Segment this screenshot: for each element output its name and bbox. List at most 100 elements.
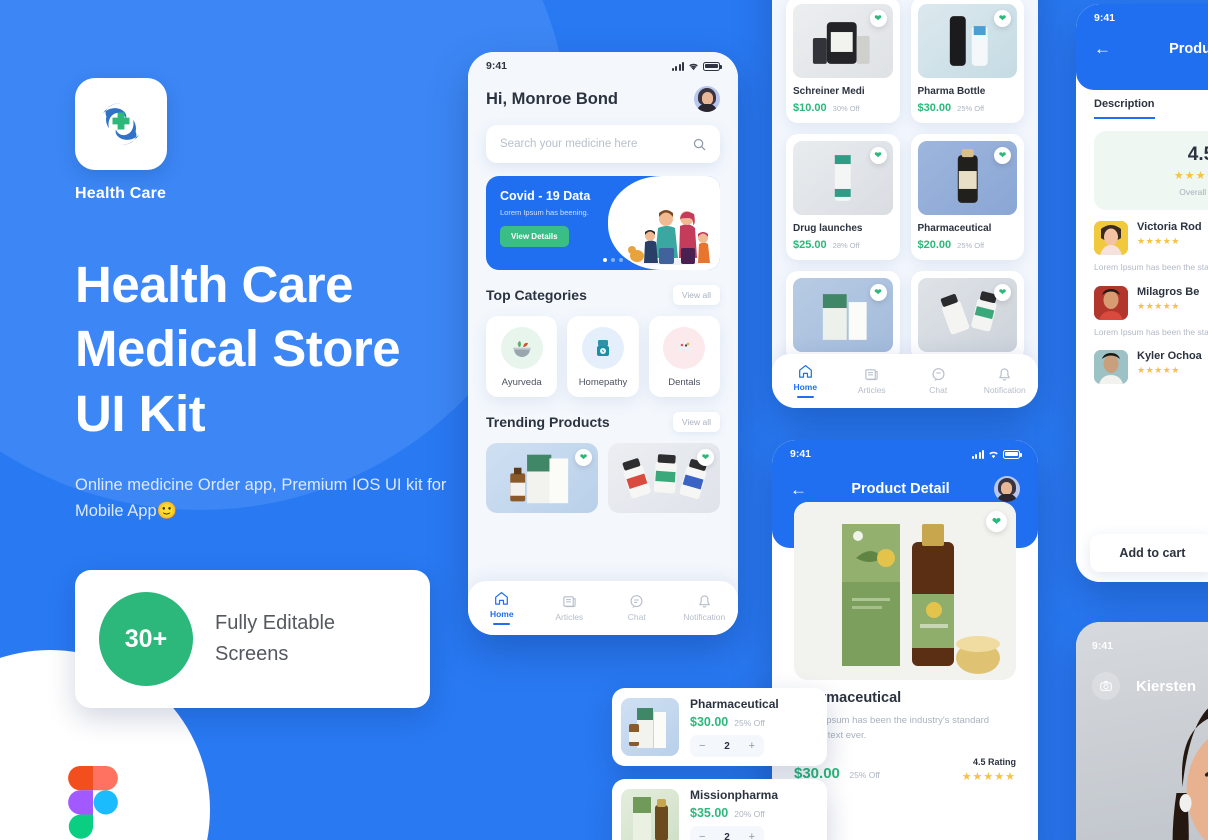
- tab-bar: Description: [1076, 98, 1208, 119]
- product-card[interactable]: ❤ Pharmaceutical $20.00 25% Off: [910, 134, 1024, 260]
- flip-camera-icon[interactable]: [1092, 672, 1120, 700]
- nav-item-chat[interactable]: Chat: [603, 594, 671, 622]
- nav-item-chat[interactable]: Chat: [905, 367, 972, 395]
- rating-stars: ★★★★★: [1173, 170, 1208, 182]
- ayurveda-icon: [500, 327, 543, 369]
- back-button[interactable]: ←: [790, 481, 807, 498]
- product-card[interactable]: ❤ Pharma Bottle $30.00 25% Off: [910, 0, 1024, 123]
- category-item-dentals[interactable]: Dentals: [648, 316, 720, 397]
- search-placeholder: Search your medicine here: [500, 138, 638, 150]
- wifi-icon: [689, 63, 698, 70]
- reviews-header: 9:41 ← Product: [1076, 4, 1208, 90]
- review-item: Kyler Ochoa ★★★★★: [1076, 339, 1208, 385]
- phone-home-screen: 9:41 Hi, Monroe Bond Search your medicin…: [468, 52, 738, 635]
- battery-icon: [1003, 449, 1022, 459]
- phone-reviews-screen: 9:41 ← Product Description 4.5 ★★★★★ Ove…: [1076, 4, 1208, 582]
- nav-item-home[interactable]: Home: [772, 364, 839, 398]
- cart-item[interactable]: Missionpharma $35.00 20% Off − 2 +: [612, 779, 827, 840]
- nav-item-articles[interactable]: Articles: [536, 594, 604, 622]
- reviewer-avatar: [1094, 350, 1128, 385]
- product-image: ❤: [793, 4, 893, 78]
- reviewer-avatar: [1094, 221, 1128, 255]
- reviewer-stars: ★★★★★: [1137, 300, 1180, 311]
- product-card[interactable]: ❤: [786, 271, 900, 361]
- banner-pagination-dots[interactable]: [603, 258, 623, 262]
- cart-item[interactable]: Pharmaceutical $30.00 25% Off − 2 +: [612, 688, 827, 766]
- logo-name: Health Care: [75, 185, 167, 202]
- cart-item-name: Pharmaceutical: [690, 697, 779, 711]
- favorite-icon[interactable]: ❤: [575, 449, 592, 466]
- product-card[interactable]: ❤: [910, 271, 1024, 361]
- product-discount: 25% Off: [957, 104, 985, 113]
- avatar[interactable]: [993, 476, 1020, 502]
- add-to-cart-button[interactable]: Add to cart: [1090, 534, 1208, 572]
- trending-product-2[interactable]: ❤: [608, 443, 720, 513]
- favorite-icon[interactable]: ❤: [869, 147, 887, 164]
- decrease-quantity-button[interactable]: −: [699, 831, 705, 840]
- status-icons: [671, 61, 722, 71]
- nav-label: Chat: [627, 612, 646, 622]
- review-item: Victoria Rod ★★★★★: [1076, 210, 1208, 255]
- product-price: $10.00: [793, 102, 827, 114]
- homepathy-icon: [581, 327, 624, 369]
- battery-icon: [703, 61, 722, 71]
- search-input[interactable]: Search your medicine here: [486, 125, 720, 163]
- category-label: Dentals: [668, 377, 701, 388]
- status-time: 9:41: [790, 448, 812, 460]
- feature-card-label: Fully Editable Screens: [215, 612, 336, 666]
- bell-icon: [999, 368, 1010, 381]
- product-card[interactable]: ❤ Drug launches $25.00 28% Off: [786, 134, 900, 260]
- nav-item-notification[interactable]: Notification: [972, 367, 1039, 395]
- nav-item-notification[interactable]: Notification: [671, 594, 739, 622]
- product-price: $30.00: [917, 102, 952, 114]
- review-item: Milagros Be ★★★★★: [1076, 275, 1208, 320]
- view-details-button[interactable]: View Details: [500, 226, 569, 247]
- rating-block: 4.5 Rating ★★★★★: [962, 757, 1016, 783]
- favorite-icon[interactable]: ❤: [994, 147, 1011, 164]
- product-card[interactable]: ❤ Schreiner Medi $10.00 30% Off: [786, 0, 900, 123]
- product-discount: 28% Off: [832, 241, 860, 250]
- quantity-value: 2: [724, 740, 730, 752]
- reviews-title: Product: [1169, 40, 1208, 57]
- product-discount: 25% Off: [957, 241, 985, 250]
- chat-icon: [932, 368, 945, 382]
- nav-label: Articles: [555, 612, 584, 622]
- quantity-value: 2: [724, 831, 730, 840]
- nav-item-articles[interactable]: Articles: [839, 367, 906, 395]
- doctor-video-feed: [1172, 708, 1208, 840]
- cart-item-price: $30.00: [690, 715, 729, 729]
- categories-view-all-button[interactable]: View all: [672, 285, 720, 305]
- back-button[interactable]: ←: [1094, 40, 1111, 57]
- cart-item-discount: 20% Off: [734, 809, 765, 819]
- product-name: Pharma Bottle: [917, 86, 986, 97]
- tab-description[interactable]: Description: [1094, 98, 1155, 119]
- avatar[interactable]: [694, 86, 720, 112]
- articles-icon: [563, 596, 576, 608]
- favorite-icon[interactable]: ❤: [869, 10, 887, 27]
- category-item-homepathy[interactable]: Homepathy: [567, 316, 639, 397]
- favorite-icon[interactable]: ❤: [869, 284, 887, 301]
- banner-title: Covid - 19 Data: [500, 189, 591, 203]
- quantity-stepper[interactable]: − 2 +: [690, 826, 764, 840]
- favorite-icon[interactable]: ❤: [994, 284, 1011, 301]
- increase-quantity-button[interactable]: +: [749, 831, 755, 840]
- product-image: ❤: [917, 278, 1017, 352]
- reviewer-name: Kyler Ochoa: [1137, 350, 1202, 363]
- detail-title: Product Detail: [851, 481, 950, 497]
- increase-quantity-button[interactable]: +: [749, 740, 755, 752]
- favorite-icon[interactable]: ❤: [697, 449, 714, 466]
- reviewer-name: Victoria Rod: [1137, 221, 1202, 233]
- feature-card: 30+ Fully Editable Screens: [75, 570, 430, 709]
- favorite-icon[interactable]: ❤: [994, 10, 1011, 27]
- trending-view-all-button[interactable]: View all: [672, 412, 720, 432]
- favorite-icon[interactable]: ❤: [986, 511, 1007, 532]
- product-name: Pharmaceutical: [917, 223, 992, 234]
- quantity-stepper[interactable]: − 2 +: [690, 735, 764, 757]
- decrease-quantity-button[interactable]: −: [699, 740, 705, 752]
- reviewer-avatar: [1094, 285, 1128, 320]
- covid-banner[interactable]: Covid - 19 Data Lorem Ipsum has beening.…: [486, 176, 720, 270]
- rating-summary-card: 4.5 ★★★★★ Overall 120: [1094, 131, 1208, 210]
- nav-label: Chat: [929, 385, 948, 395]
- review-text: Lorem Ipsum has been the standard dummy …: [1094, 326, 1208, 337]
- dentals-icon: [663, 327, 706, 369]
